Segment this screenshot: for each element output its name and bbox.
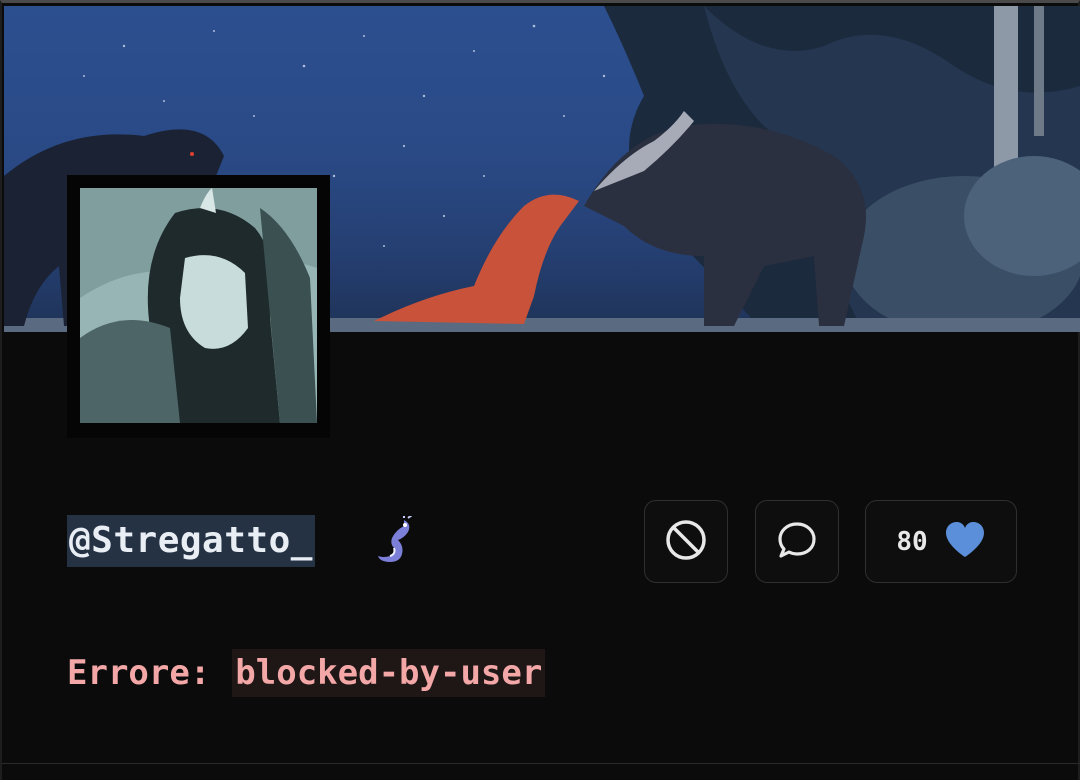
profile-card: @Stregatto_ 80 Errore: blocked-by-user xyxy=(0,0,1080,780)
like-button[interactable]: 80 xyxy=(865,500,1017,583)
error-label: Errore: xyxy=(67,653,211,693)
username: @Stregatto_ xyxy=(67,515,315,567)
heart-icon xyxy=(944,521,986,563)
avatar-frame xyxy=(67,175,330,438)
avatar[interactable] xyxy=(80,188,317,423)
error-code: blocked-by-user xyxy=(232,649,546,697)
dragon-badge-icon xyxy=(374,514,418,566)
error-message: Errore: blocked-by-user xyxy=(67,649,546,697)
message-button[interactable] xyxy=(755,500,839,583)
message-icon xyxy=(776,519,818,565)
block-button[interactable] xyxy=(644,500,728,583)
divider xyxy=(2,763,1080,764)
block-icon xyxy=(664,518,708,566)
likes-count: 80 xyxy=(896,526,928,557)
